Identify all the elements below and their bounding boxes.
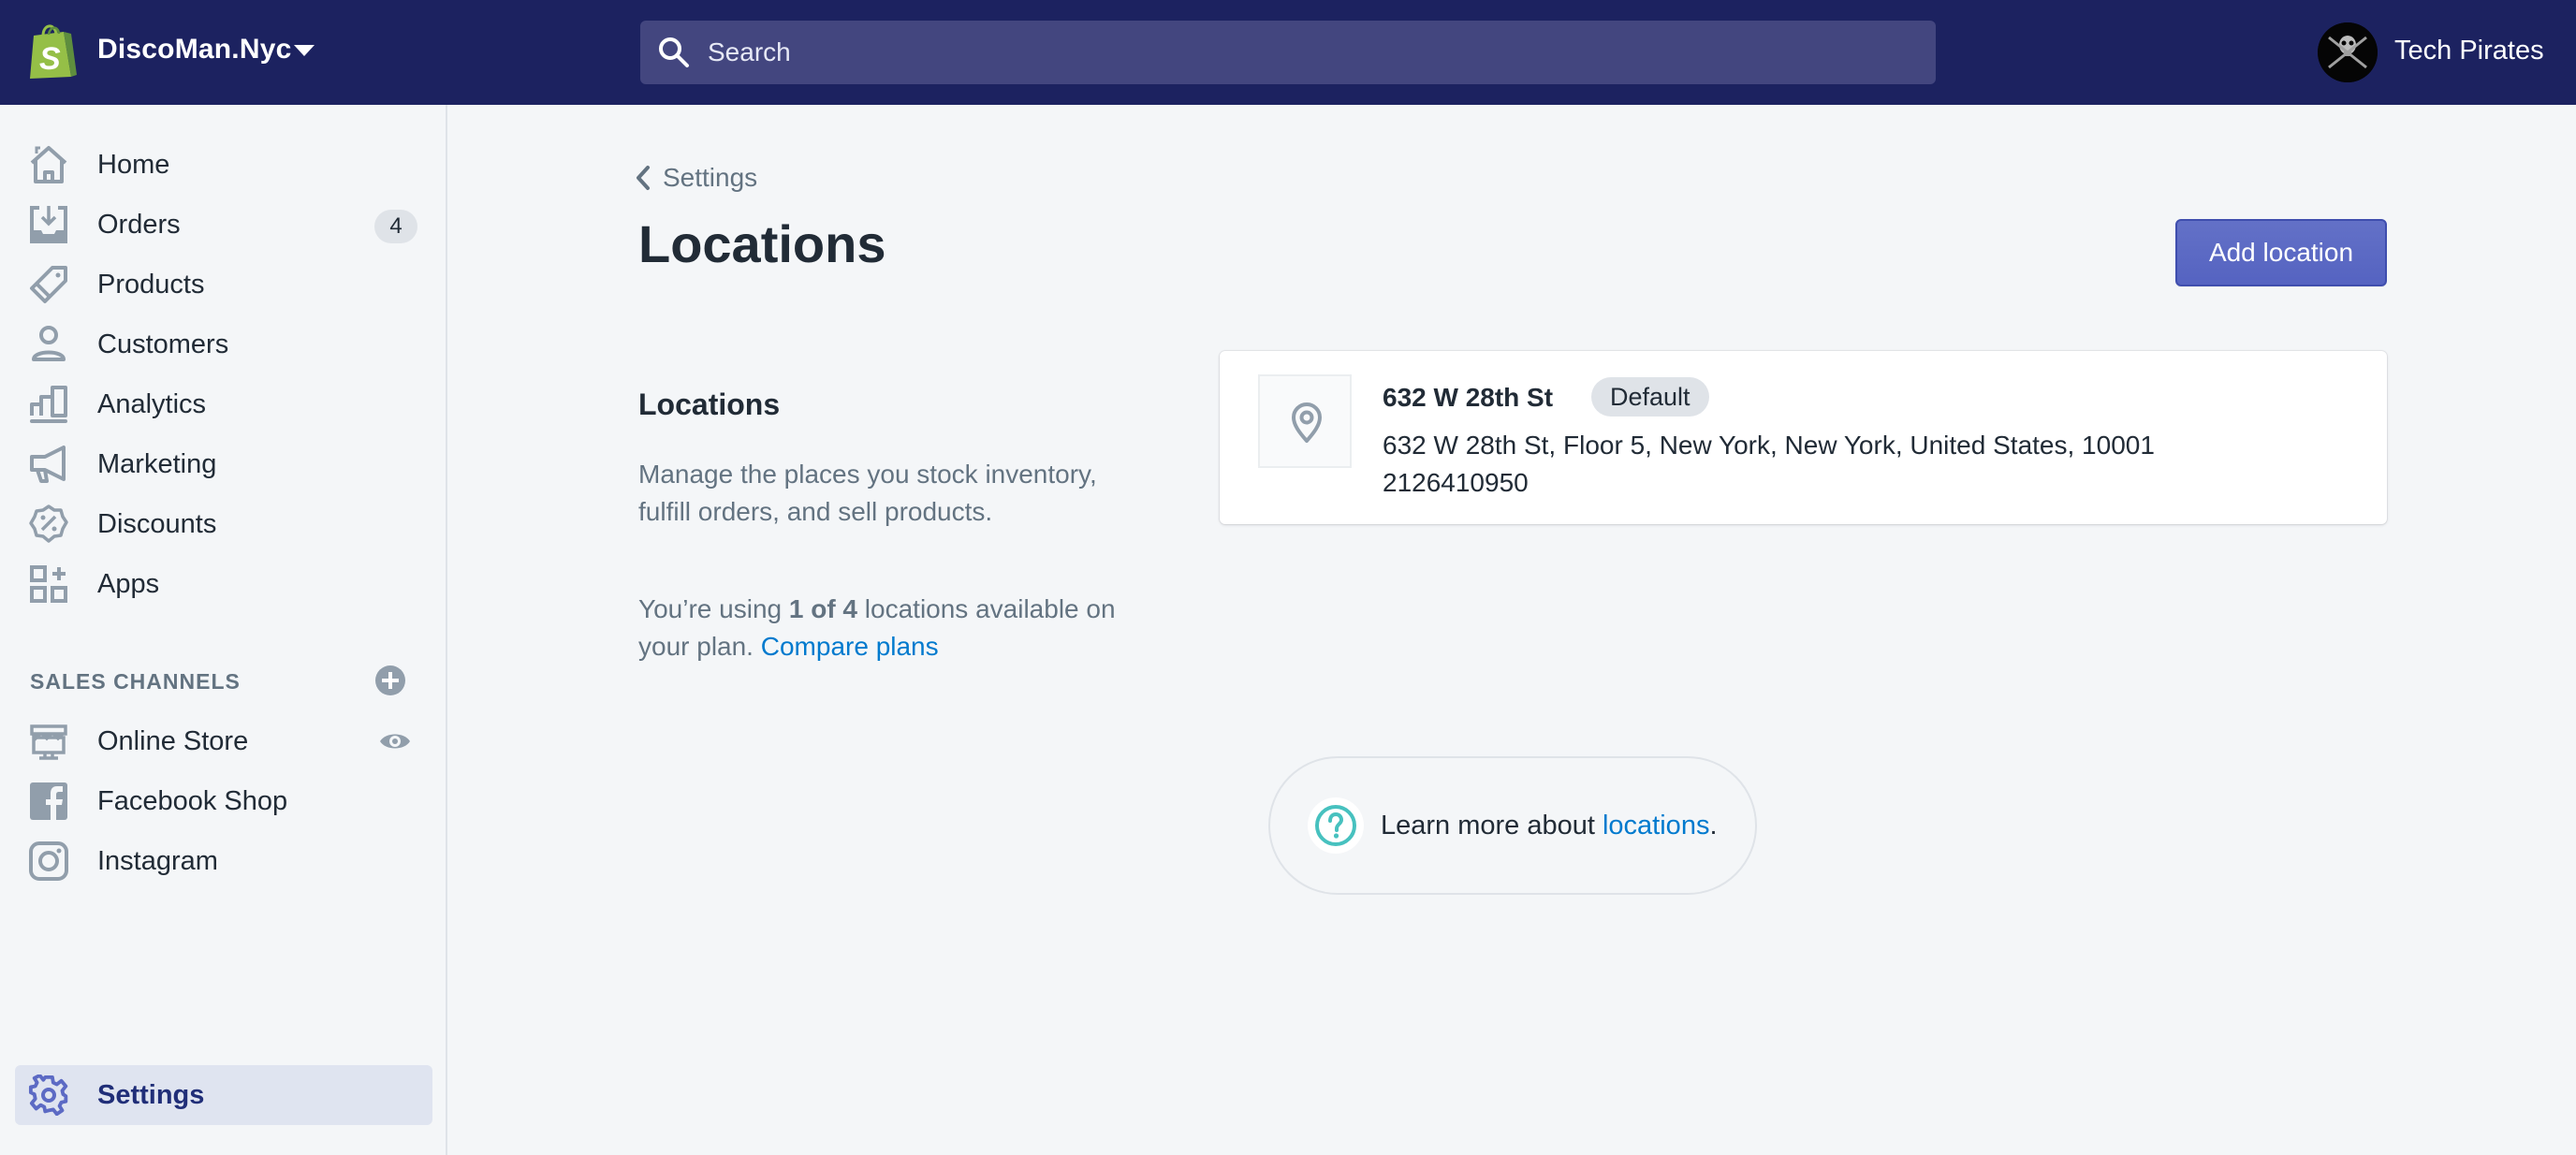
sidebar-item-label: Settings: [97, 1080, 205, 1110]
sales-channels-heading: SALES CHANNELS: [30, 669, 241, 694]
top-bar: S DiscoMan.Nyc Tech Pirates: [0, 0, 2576, 105]
search-bar[interactable]: [640, 21, 1936, 84]
sidebar-item-apps[interactable]: Apps: [15, 556, 432, 612]
pirate-skull-icon: [2318, 22, 2378, 82]
search-icon: [659, 37, 689, 67]
learn-more-text: Learn more about locations.: [1381, 811, 1718, 841]
learn-more-prefix: Learn more about: [1381, 810, 1603, 841]
sidebar-item-home[interactable]: Home: [15, 137, 432, 193]
sidebar-item-instagram[interactable]: Instagram: [15, 833, 432, 889]
sidebar-item-facebook-shop[interactable]: Facebook Shop: [15, 773, 432, 829]
orders-icon: [30, 206, 67, 243]
breadcrumb-label: Settings: [663, 163, 758, 192]
orders-count-badge: 4: [374, 210, 417, 243]
instagram-icon: [29, 841, 68, 881]
breadcrumb-back-settings[interactable]: Settings: [633, 161, 757, 195]
sidebar-item-label: Home: [97, 150, 170, 180]
sidebar-item-online-store[interactable]: Online Store: [15, 713, 432, 769]
sidebar-item-marketing[interactable]: Marketing: [15, 436, 432, 492]
sidebar-item-analytics[interactable]: Analytics: [15, 376, 432, 432]
location-card[interactable]: 632 W 28th St Default 632 W 28th St, Flo…: [1220, 351, 2387, 524]
sidebar-item-label: Instagram: [97, 846, 218, 876]
discount-icon: [29, 504, 68, 543]
section-heading: Locations: [638, 387, 781, 421]
add-sales-channel-button[interactable]: [374, 665, 406, 696]
default-badge: Default: [1591, 377, 1709, 417]
apps-icon: [30, 565, 67, 603]
sidebar-item-label: Analytics: [97, 389, 207, 419]
store-icon: [30, 724, 67, 760]
sidebar: Home Orders 4 Products Customers Analyti…: [0, 105, 447, 1155]
shopify-logo-icon[interactable]: S: [26, 22, 79, 80]
sidebar-item-products[interactable]: Products: [15, 256, 432, 313]
usage-prefix: You’re using: [638, 594, 789, 623]
sidebar-item-label: Customers: [97, 329, 229, 359]
compare-plans-link[interactable]: Compare plans: [761, 632, 939, 661]
sidebar-item-label: Apps: [97, 569, 160, 599]
sidebar-item-label: Discounts: [97, 509, 217, 539]
section-description: Manage the places you stock inventory, f…: [638, 460, 1097, 526]
usage-count: 1 of 4: [788, 594, 858, 623]
sidebar-item-label: Facebook Shop: [97, 786, 288, 816]
bar-chart-icon: [30, 386, 67, 423]
map-pin-icon: [1292, 402, 1322, 443]
add-location-button[interactable]: Add location: [2175, 219, 2387, 286]
learn-more-footer: Learn more about locations.: [1268, 756, 1757, 895]
view-store-eye-icon[interactable]: [378, 724, 412, 758]
sidebar-item-label: Online Store: [97, 726, 249, 756]
question-circle-icon: [1315, 805, 1356, 846]
svg-text:S: S: [39, 41, 61, 77]
chevron-left-icon: [637, 166, 650, 190]
tag-icon: [30, 266, 67, 303]
location-thumbnail: [1258, 374, 1352, 468]
gear-icon: [28, 1075, 68, 1116]
sidebar-item-orders[interactable]: Orders 4: [15, 197, 432, 253]
person-icon: [32, 326, 66, 361]
sidebar-item-label: Orders: [97, 210, 181, 240]
home-icon: [30, 146, 67, 183]
sidebar-item-customers[interactable]: Customers: [15, 316, 432, 373]
location-address: 632 W 28th St, Floor 5, New York, New Yo…: [1383, 431, 2155, 460]
learn-more-suffix: .: [1709, 810, 1718, 841]
search-input[interactable]: [708, 21, 1906, 84]
locations-help-link[interactable]: locations: [1603, 811, 1709, 841]
sidebar-item-label: Marketing: [97, 449, 217, 479]
page-title: Locations: [638, 214, 886, 273]
help-icon-wrap: [1308, 797, 1364, 854]
location-phone: 2126410950: [1383, 468, 1529, 497]
facebook-icon: [30, 782, 67, 820]
chevron-down-icon[interactable]: [294, 45, 315, 56]
sidebar-item-label: Products: [97, 270, 205, 300]
location-name[interactable]: 632 W 28th St: [1383, 383, 1553, 413]
store-name[interactable]: DiscoMan.Nyc: [97, 34, 291, 66]
megaphone-icon: [30, 446, 66, 483]
user-name[interactable]: Tech Pirates: [2394, 36, 2544, 66]
sidebar-item-settings[interactable]: Settings: [15, 1065, 432, 1125]
plan-usage-text: You’re using 1 of 4 locations available …: [638, 591, 1125, 665]
avatar[interactable]: [2318, 22, 2378, 82]
sidebar-item-discounts[interactable]: Discounts: [15, 496, 432, 552]
